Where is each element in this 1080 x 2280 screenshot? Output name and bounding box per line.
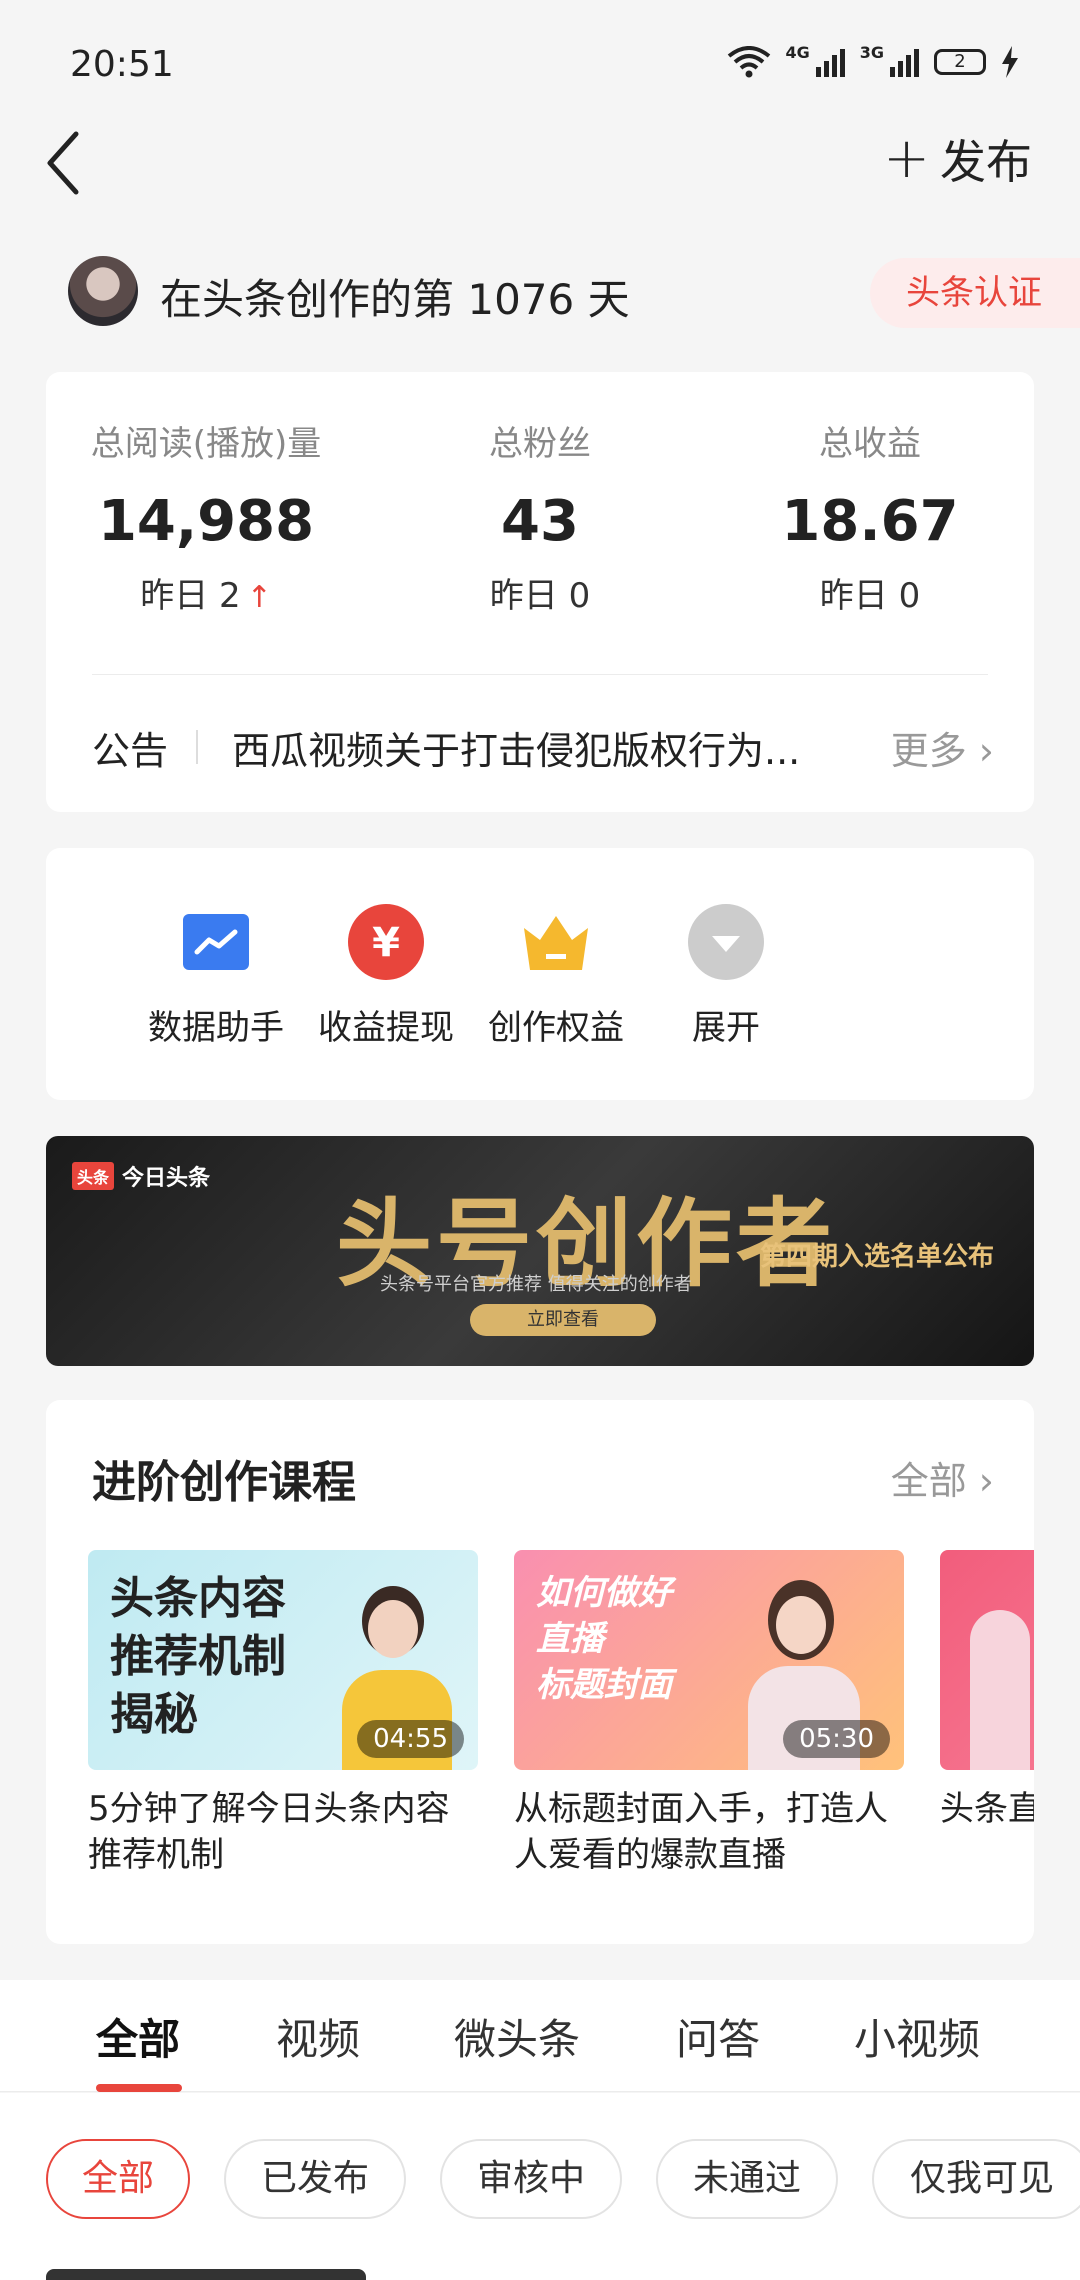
svg-text:¥: ¥	[372, 920, 400, 966]
tool-label: 展开	[692, 1008, 760, 1048]
tab-qa[interactable]: 问答	[676, 2006, 760, 2067]
course-thumbnail: 如何做好 直播 标题封面 05:30	[514, 1550, 904, 1770]
more-label: 更多	[890, 729, 967, 773]
banner-subtitle: 头条号平台官方推荐 值得关注的创作者	[380, 1274, 692, 1295]
plus-icon: +	[883, 126, 930, 191]
thumb-title: 头条内容 推荐机制 揭秘	[110, 1573, 286, 1740]
stat-value: 14,988	[97, 489, 315, 554]
tab-micro-toutiao[interactable]: 微头条	[454, 2006, 580, 2067]
stats-card: 总阅读(播放)量 14,988 昨日 2 ↑ 总粉丝 43 昨日 0 总收益 18…	[46, 372, 1034, 812]
banner-view-button[interactable]: 立即查看	[470, 1304, 656, 1336]
content-thumbnail[interactable]	[46, 2269, 366, 2280]
creation-days-text: 在头条创作的第 1076 天	[160, 275, 630, 324]
crown-icon	[518, 904, 594, 980]
stat-value: 43	[501, 489, 579, 554]
divider	[196, 730, 198, 764]
signal-icon	[890, 49, 919, 77]
stat-label: 总粉丝	[489, 424, 591, 464]
course-item[interactable]: 如何做好 直播 标题封面 05:30 从标题封面入手，打造人人爱看的爆款直播	[514, 1550, 904, 1878]
battery-icon: 2	[934, 49, 986, 75]
certification-button[interactable]: 头条认证	[870, 258, 1080, 328]
filter-private[interactable]: 仅我可见	[872, 2139, 1080, 2219]
stat-yesterday: 昨日 2	[140, 576, 241, 616]
status-icons: 4G 3G 2	[727, 42, 1020, 78]
toutiao-logo: 头条 今日头条	[72, 1160, 210, 1192]
tool-expand[interactable]: 展开	[626, 904, 826, 1049]
stat-yesterday: 昨日 0	[819, 576, 921, 616]
stat-total-fans[interactable]: 总粉丝 43 昨日 0	[390, 416, 690, 617]
course-item[interactable]: 头条直播小白到	[940, 1550, 1034, 1832]
stat-value: 18.67	[781, 489, 959, 554]
network-4g-label: 4G	[785, 42, 810, 62]
status-time: 20:51	[70, 44, 174, 85]
notice-text[interactable]: 西瓜视频关于打击侵犯版权行为...	[232, 720, 832, 775]
filter-published[interactable]: 已发布	[224, 2139, 406, 2219]
filter-rejected[interactable]: 未通过	[656, 2139, 838, 2219]
divider	[92, 674, 988, 675]
chart-icon	[178, 904, 254, 980]
course-thumbnail: 头条内容 推荐机制 揭秘 04:55	[88, 1550, 478, 1770]
stat-yesterday: 昨日 0	[489, 576, 591, 616]
signal-icon	[815, 49, 845, 77]
all-label: 全部	[890, 1459, 967, 1503]
tab-short-video[interactable]: 小视频	[854, 2006, 980, 2067]
tab-all[interactable]: 全部	[96, 2006, 180, 2067]
thumb-title: 如何做好 直播 标题封面	[536, 1573, 672, 1705]
duration-badge: 04:55	[357, 1720, 464, 1758]
yuan-icon: ¥	[348, 904, 424, 980]
stat-label: 总阅读(播放)量	[90, 424, 322, 464]
stat-total-income[interactable]: 总收益 18.67 昨日 0	[720, 416, 1020, 617]
publish-button[interactable]: + 发布	[883, 126, 1032, 192]
expand-icon	[688, 904, 764, 980]
course-caption: 头条直播小白到	[940, 1789, 1034, 1829]
notice-label: 公告	[92, 729, 169, 773]
filter-bar: 全部 已发布 审核中 未通过 仅我可见	[0, 2093, 1080, 2280]
content-tabs: 全部 视频 微头条 问答 小视频	[0, 1980, 1080, 2092]
courses-title: 进阶创作课程	[92, 1457, 356, 1508]
courses-card: 进阶创作课程 全部 › 头条内容 推荐机制 揭秘 04:55 5分钟了解今日头条…	[46, 1400, 1034, 1944]
publish-label: 发布	[940, 135, 1032, 189]
stat-label: 总收益	[819, 424, 921, 464]
network-3g-label: 3G	[859, 42, 884, 62]
promo-banner[interactable]: 头条 今日头条 头号创作者 头条号平台官方推荐 值得关注的创作者 立即查看 第四…	[46, 1136, 1034, 1366]
course-caption: 5分钟了解今日头条内容推荐机制	[88, 1789, 450, 1875]
chevron-right-icon: ›	[978, 729, 994, 773]
course-item[interactable]: 头条内容 推荐机制 揭秘 04:55 5分钟了解今日头条内容推荐机制	[88, 1550, 478, 1878]
filter-all[interactable]: 全部	[46, 2139, 190, 2219]
chevron-right-icon: ›	[978, 1459, 994, 1503]
tab-active-indicator	[96, 2084, 182, 2092]
avatar[interactable]	[68, 256, 138, 326]
course-caption: 从标题封面入手，打造人人爱看的爆款直播	[514, 1789, 888, 1875]
back-icon[interactable]	[40, 128, 90, 198]
course-thumbnail	[940, 1550, 1034, 1770]
tab-video[interactable]: 视频	[276, 2006, 360, 2067]
duration-badge: 05:30	[783, 1720, 890, 1758]
banner-right-text: 第四期入选名单公布	[760, 1242, 995, 1272]
charging-icon	[1002, 46, 1018, 78]
stat-total-reads[interactable]: 总阅读(播放)量 14,988 昨日 2 ↑	[56, 416, 356, 617]
arrow-up-icon: ↑	[246, 580, 272, 615]
wifi-icon	[728, 46, 771, 78]
filter-reviewing[interactable]: 审核中	[440, 2139, 622, 2219]
courses-all-button[interactable]: 全部 ›	[891, 1450, 994, 1505]
status-bar: 20:51 4G 3G 2	[0, 0, 1080, 120]
tools-card: 数据助手 ¥ 收益提现 创作权益 展开	[46, 848, 1034, 1100]
notice-more-button[interactable]: 更多 ›	[891, 720, 994, 775]
